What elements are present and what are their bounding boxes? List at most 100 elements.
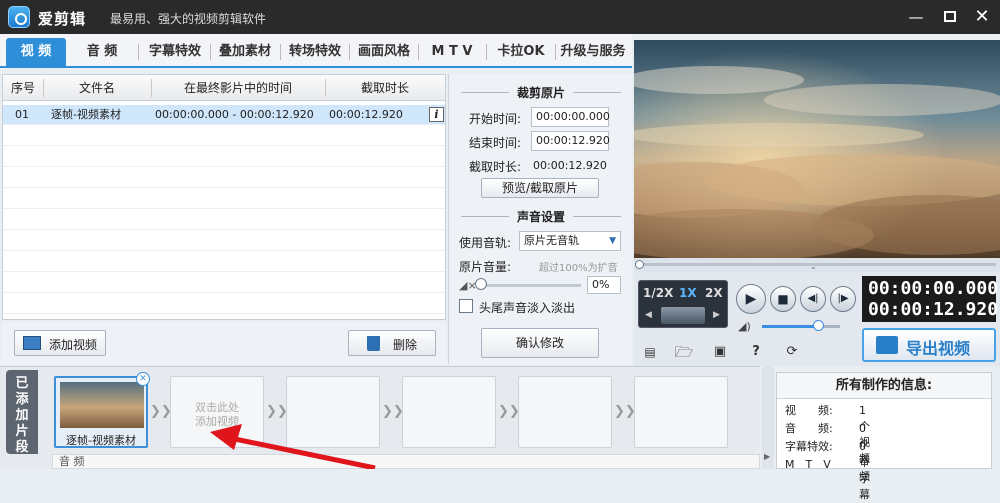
empty-clip-slot[interactable] [402,376,496,448]
fast-forward-icon[interactable]: ▶ [713,310,720,320]
tab-mtv[interactable]: M T V [420,38,484,66]
film-icon [23,336,41,350]
previous-frame-icon[interactable]: ◀| [800,286,826,312]
chevron-right-icon: ❯❯ [382,404,404,419]
volume-label: 原片音量: [459,260,512,274]
volume-slider-knob[interactable] [475,278,487,290]
info-row-video: 视 频: 1个视频 [785,403,870,465]
col-index[interactable]: 序号 [3,75,43,101]
delete-button[interactable]: 删除 [348,330,436,356]
info-value: 0个字幕 [859,440,870,501]
next-frame-icon[interactable]: |▶ [830,286,856,312]
row-duration: 00:00:12.920 [329,108,403,121]
timecode-display: 00:00:00.000 00:00:12.920 [862,276,999,322]
col-duration[interactable]: 截取时长 [325,75,445,101]
clip-name: 逐帧-视频素材 [66,434,136,447]
table-header: 序号 文件名 在最终影片中的时间 截取时长 [3,75,445,101]
duration-label: 截取时长: [469,160,522,174]
seek-bar[interactable]: ⌄ [634,258,1000,272]
volume-field[interactable]: 0% [587,276,621,294]
tab-overlay[interactable]: 叠加素材 [212,38,278,66]
empty-clip-slot[interactable] [518,376,612,448]
minimize-icon[interactable]: — [904,6,928,28]
player-volume-knob[interactable] [813,320,825,331]
trim-section-title: 裁剪原片 [449,84,633,101]
duration-value: 00:00:12.920 [533,159,607,172]
end-time-label: 结束时间: [469,136,522,150]
end-time-field[interactable]: 00:00:12.920 [531,131,610,151]
tab-picture-style[interactable]: 画面风格 [351,38,417,66]
chevron-down-icon: ▼ [609,236,616,246]
share-icon[interactable]: ⟳ [782,342,802,362]
preview-trim-button[interactable]: 预览/截取原片 [481,178,599,198]
stop-icon[interactable]: ■ [770,286,796,312]
info-row-audio: 音 频: 0个音频 [785,421,870,483]
open-folder-icon[interactable]: 🗁 [674,342,694,362]
audio-track-select[interactable]: 原片无音轨 ▼ [519,231,621,251]
seek-handle[interactable] [635,260,644,269]
add-video-label: 添加视频 [49,338,98,352]
timeline-clip[interactable]: 逐帧-视频素材 ✕ [54,372,150,448]
clip-table: 序号 文件名 在最终影片中的时间 截取时长 01 逐帧-视频素材 00:00:0… [2,74,446,320]
speaker-icon: ◢× [459,279,477,292]
timecode-current: 00:00:00.000 [868,278,999,299]
tab-video[interactable]: 视 频 [6,38,66,66]
start-time-field[interactable]: 00:00:00.000 [531,107,610,127]
save-icon[interactable]: ▣ [710,342,730,362]
preview-frame [634,40,1000,258]
title-bar: 爱剪辑 最易用、强大的视频剪辑软件 — ✕ [0,0,1000,34]
speed-double-button[interactable]: 2X [705,286,723,300]
chevron-right-icon: ❯❯ [498,404,520,419]
added-clips-tab[interactable]: 已添加片段 [6,370,38,455]
timecode-total: 00:00:12.920 [868,299,999,320]
new-project-icon[interactable]: ▤ [640,342,660,362]
close-icon[interactable]: ✕ [970,6,994,28]
audio-track-strip[interactable]: 音 频 [52,454,760,469]
audio-track-label: 音 频 [59,455,85,468]
speed-half-button[interactable]: 1/2X [643,286,673,300]
video-preview[interactable] [634,40,1000,258]
jog-wheel[interactable] [661,307,705,324]
tab-upgrade-service[interactable]: 升级与服务 [557,38,629,66]
info-label: 字幕特效: [785,440,833,453]
start-time-label: 开始时间: [469,112,522,126]
maximize-icon[interactable] [938,6,962,28]
tab-audio[interactable]: 音 频 [72,38,132,66]
tab-transitions[interactable]: 转场特效 [282,38,348,66]
empty-clip-slot[interactable] [634,376,728,448]
chevron-right-icon: ❯❯ [150,404,172,419]
rewind-icon[interactable]: ◀ [645,310,652,320]
chevron-down-icon[interactable]: ⌄ [810,262,817,271]
add-video-button[interactable]: 添加视频 [14,330,106,356]
info-icon[interactable]: i [429,107,444,122]
chevron-right-icon: ❯❯ [614,404,636,419]
export-label: 导出视频 [906,339,971,358]
info-row-mtv: M T V [785,457,831,469]
volume-hint: 超过100%为扩音 [539,263,618,274]
confirm-changes-button[interactable]: 确认修改 [481,328,599,358]
player-volume-track[interactable] [762,325,840,328]
row-index: 01 [15,108,29,121]
info-row-subtitles: 字幕特效: 0个字幕 [785,439,870,501]
row-time: 00:00:00.000 - 00:00:12.920 [155,108,314,121]
audio-track-label: 使用音轨: [459,236,512,250]
tab-karaoke[interactable]: 卡拉OK [488,38,554,66]
play-icon[interactable]: ▶ [736,284,766,314]
fade-checkbox[interactable] [459,299,473,313]
info-panel-scrollbar[interactable]: ▶ [762,366,774,469]
table-row[interactable]: 01 逐帧-视频素材 00:00:00.000 - 00:00:12.920 0… [3,105,445,125]
clip-thumbnail [60,382,144,428]
tab-subtitle-effects[interactable]: 字幕特效 [142,38,208,66]
info-label: 视 频: [785,404,833,417]
help-icon[interactable]: ? [746,342,766,362]
speed-normal-button[interactable]: 1X [679,286,697,300]
export-icon [876,336,898,354]
trim-panel: 裁剪原片 开始时间: 00:00:00.000 结束时间: 00:00:12.9… [448,74,632,364]
col-time-in-movie[interactable]: 在最终影片中的时间 [151,75,325,101]
volume-icon[interactable]: ◢) [738,320,751,333]
audio-section-title: 声音设置 [449,208,633,225]
remove-clip-icon[interactable]: ✕ [136,372,150,386]
col-filename[interactable]: 文件名 [43,75,151,101]
volume-slider-track[interactable] [481,284,581,287]
export-video-button[interactable]: 导出视频 [862,328,996,362]
